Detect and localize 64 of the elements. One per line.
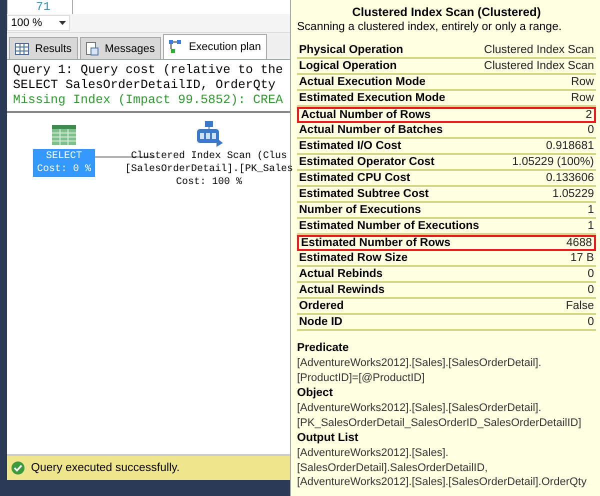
section-text: [AdventureWorks2012].[Sales].[SalesOrderDetail]. xyxy=(297,401,542,416)
query-text: Query 1: Query cost (relative to the xyxy=(13,63,284,78)
property-label: Ordered xyxy=(299,299,344,313)
property-label: Actual Number of Rows xyxy=(301,109,431,121)
property-value: 0 xyxy=(588,315,594,329)
property-label: Estimated Number of Rows xyxy=(301,237,451,249)
section-heading: Predicate xyxy=(297,341,350,356)
property-value: 2 xyxy=(586,109,592,121)
status-text: Query executed successfully. xyxy=(31,462,180,474)
property-value: 0 xyxy=(588,123,594,137)
query-text: SELECT SalesOrderDetailID, OrderQty xyxy=(13,78,277,93)
property-label: Estimated CPU Cost xyxy=(299,171,410,185)
property-value: 0 xyxy=(588,283,594,297)
property-value: Clustered Index Scan xyxy=(484,59,594,73)
section-heading: Object xyxy=(297,386,334,401)
property-value: False xyxy=(566,299,594,313)
property-value: 0.918681 xyxy=(546,139,594,153)
tab[interactable]: Messages xyxy=(80,37,161,59)
property-value: 4688 xyxy=(566,237,592,249)
property-label: Estimated Subtree Cost xyxy=(299,187,429,201)
section-text: [AdventureWorks2012].[Sales]. xyxy=(297,446,450,460)
section-text: [AdventureWorks2012].[Sales].[SalesOrderDetail]. xyxy=(297,356,542,370)
property-value: Row xyxy=(570,75,594,89)
property-label: Estimated Row Size xyxy=(299,251,408,265)
property-label: Actual Rebinds xyxy=(299,267,383,281)
property-value: Row xyxy=(570,91,594,105)
property-value: Clustered Index Scan xyxy=(484,43,594,57)
property-label: Actual Execution Mode xyxy=(299,75,426,89)
property-label: Actual Rewinds xyxy=(299,283,385,297)
property-label: Estimated Execution Mode xyxy=(299,91,446,105)
tab[interactable]: Results xyxy=(9,37,78,59)
section-text: [PK_SalesOrderDetail_SalesOrderID_SalesOrderDetailID] xyxy=(297,416,582,430)
property-label: Estimated Number of Executions xyxy=(299,219,480,233)
section-heading: Output List xyxy=(297,431,360,446)
index-scan-icon xyxy=(195,121,224,147)
property-value: 1.05229 xyxy=(552,187,594,201)
property-label: Estimated I/O Cost xyxy=(299,139,402,153)
property-value: 1 xyxy=(588,203,594,217)
property-value: 0.133606 xyxy=(546,171,594,185)
caret-icon xyxy=(59,21,66,25)
property-value: 1 xyxy=(588,219,594,233)
property-label: Number of Executions xyxy=(299,203,422,217)
section-text: [ProductID]=[@ProductID] xyxy=(297,370,426,385)
zoom-dropdown[interactable]: 100 % xyxy=(7,15,70,31)
grid-icon xyxy=(15,42,29,54)
query-text: Missing Index (Impact 99.5852): CREA xyxy=(13,93,284,108)
table-icon xyxy=(52,125,76,145)
property-label: Physical Operation xyxy=(299,43,404,57)
property-label: Node ID xyxy=(299,315,342,329)
section-text: [AdventureWorks2012].[Sales].[SalesOrderDetail].OrderQty xyxy=(297,475,588,490)
document-icon xyxy=(86,42,99,56)
property-value: 0 xyxy=(588,267,594,281)
tooltip-description: Scanning a clustered index, entirely or only a range. xyxy=(297,20,563,35)
tab[interactable]: Execution plan xyxy=(162,34,267,59)
property-label: Logical Operation xyxy=(299,59,397,73)
property-label: Actual Number of Batches xyxy=(299,123,443,137)
tooltip-title: Clustered Index Scan (Clustered) xyxy=(351,5,542,20)
plan-icon xyxy=(168,40,183,54)
property-value: 17 B xyxy=(570,251,594,265)
section-text: [SalesOrderDetail].SalesOrderDetailID, xyxy=(297,460,489,475)
node-label[interactable]: Clustered Index Scan (Clus [SalesOrderDetail].[PK_Sales Cost: 100 % xyxy=(121,149,298,190)
property-label: Estimated Operator Cost xyxy=(299,155,434,169)
check-icon xyxy=(11,461,25,475)
property-value: 1.05229 (100%) xyxy=(512,155,594,169)
